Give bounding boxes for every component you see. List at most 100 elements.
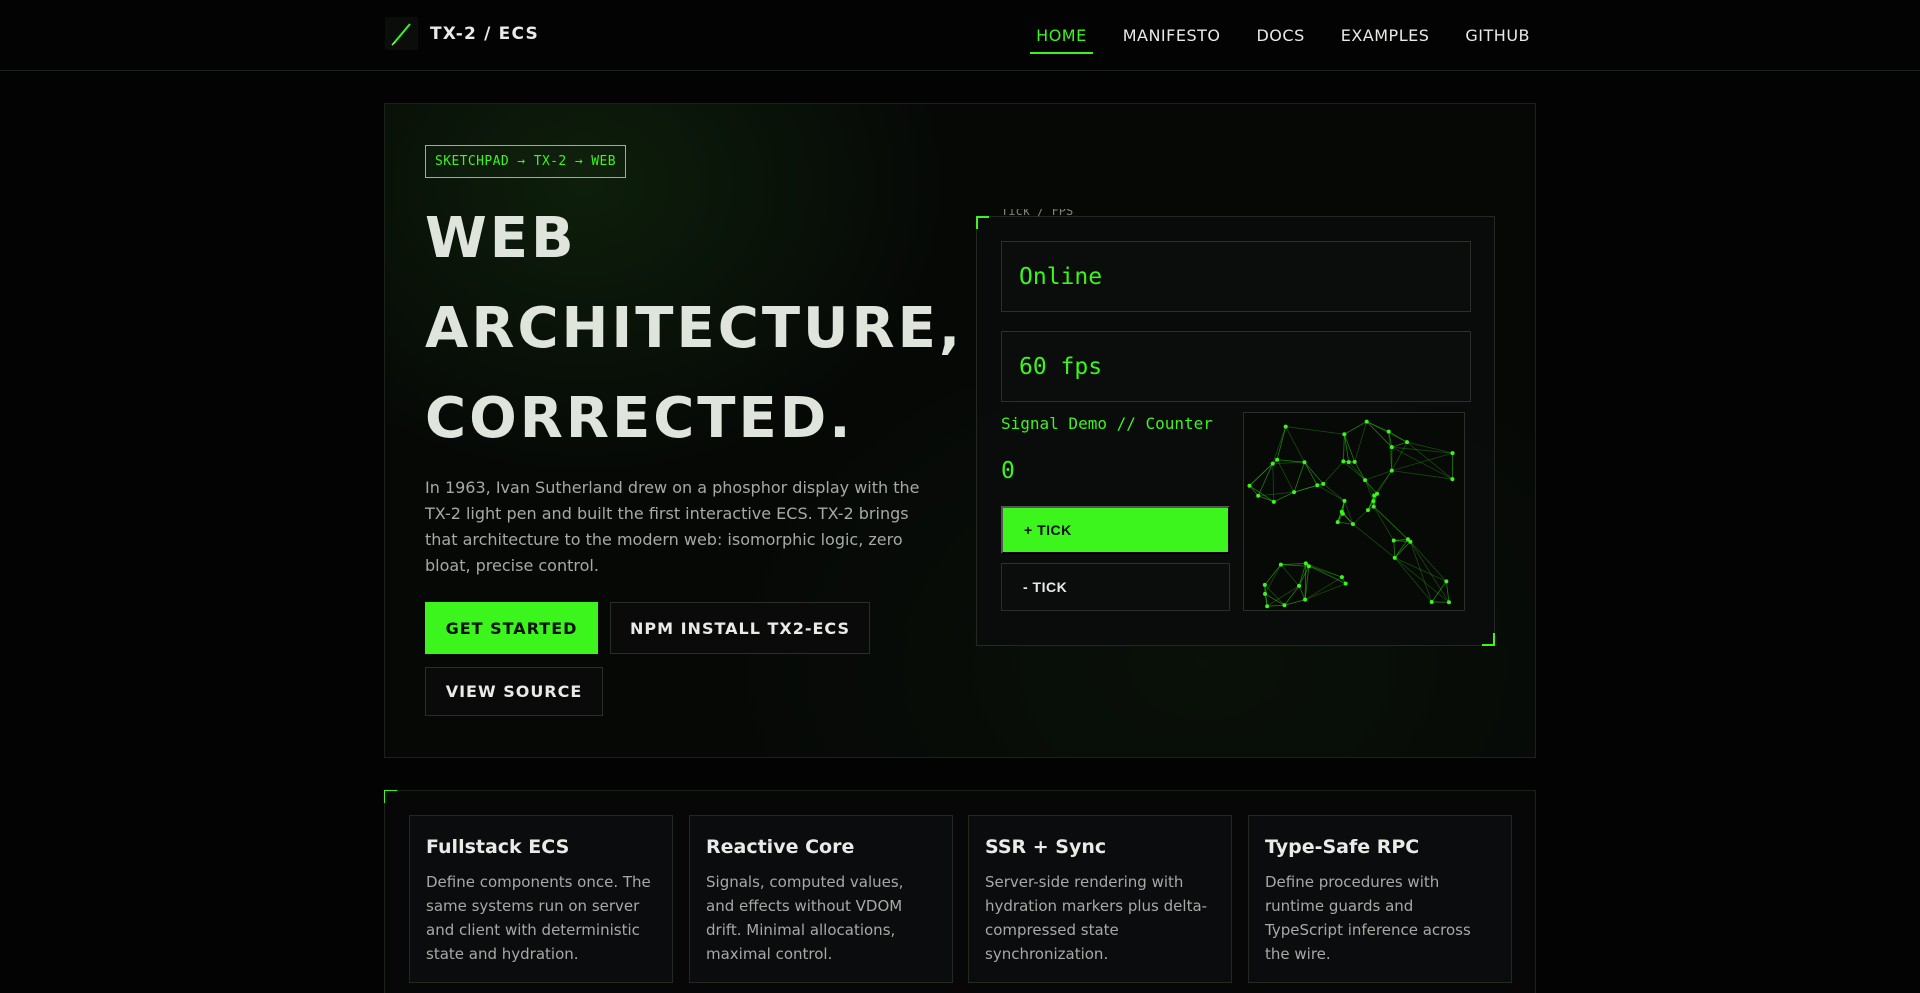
network-graph-canvas [1247, 419, 1455, 609]
graph-node [1278, 562, 1283, 567]
nav-manifesto[interactable]: MANIFESTO [1105, 0, 1239, 71]
graph-edge [1305, 563, 1346, 584]
nav-examples[interactable]: EXAMPLES [1323, 0, 1448, 71]
feature-card-type-safe-rpc: Type-Safe RPC Define procedures with run… [1248, 815, 1512, 983]
graph-edge [1272, 463, 1275, 502]
top-nav: TX-2 / ECS HOME MANIFESTO DOCS EXAMPLES … [0, 0, 1920, 71]
graph-edge [1393, 540, 1396, 558]
graph-node [1303, 597, 1308, 602]
network-graph[interactable] [1243, 412, 1465, 611]
corner-bracket [384, 790, 397, 803]
graph-node [1364, 419, 1369, 424]
graph-node [1303, 561, 1308, 566]
nav-docs[interactable]: DOCS [1238, 0, 1322, 71]
view-source-button[interactable]: VIEW SOURCE [425, 667, 603, 716]
tick-plus-button[interactable]: + TICK [1001, 506, 1230, 554]
graph-edge [1394, 539, 1409, 559]
graph-node [1263, 591, 1268, 596]
hero-headline: WEB ARCHITECTURE, CORRECTED. [425, 194, 963, 464]
graph-edge [1266, 585, 1300, 607]
graph-edge [1298, 585, 1306, 600]
graph-edge [1394, 557, 1432, 603]
graph-edge [1280, 564, 1300, 587]
graph-edge [1277, 459, 1305, 463]
graph-edge [1364, 470, 1392, 481]
nav-home[interactable]: HOME [1018, 0, 1105, 71]
brand-name: TX-2 / ECS [430, 23, 539, 44]
graph-edge [1285, 426, 1345, 435]
hero-tag: SKETCHPAD → TX-2 → WEB [425, 145, 626, 178]
graph-node [1271, 499, 1276, 504]
graph-node [1405, 537, 1410, 542]
light-pen-icon [385, 17, 418, 50]
features-section: Fullstack ECS Define components once. Th… [384, 790, 1536, 993]
graph-edge [1394, 557, 1450, 603]
graph-edge [1264, 564, 1282, 595]
get-started-button[interactable]: GET STARTED [425, 602, 598, 654]
graph-node [1444, 579, 1449, 584]
tick-minus-button[interactable]: - TICK [1001, 563, 1230, 611]
feature-card-ssr-sync: SSR + Sync Server-side rendering with hy… [968, 815, 1232, 983]
graph-node [1450, 451, 1455, 456]
graph-edge [1410, 541, 1450, 603]
graph-node [1270, 461, 1275, 466]
brand[interactable]: TX-2 / ECS [385, 17, 539, 50]
graph-node [1371, 504, 1376, 509]
nav-links: HOME MANIFESTO DOCS EXAMPLES GITHUB [1018, 0, 1530, 71]
graph-node [1283, 424, 1288, 429]
graph-node [1339, 509, 1344, 514]
graph-node [1306, 564, 1311, 569]
feature-title: Reactive Core [706, 836, 855, 858]
graph-node [1262, 582, 1267, 587]
graph-edge [1393, 538, 1408, 541]
graph-edge [1366, 421, 1393, 448]
corner-bracket [976, 216, 989, 229]
status-readout: Online [1001, 241, 1471, 312]
graph-edge [1354, 461, 1366, 481]
graph-edge [1343, 434, 1350, 463]
npm-install-button[interactable]: NPM INSTALL TX2-ECS [610, 602, 870, 654]
graph-node [1350, 522, 1355, 527]
feature-text: Define components once. The same systems… [426, 873, 651, 963]
graph-edge [1391, 452, 1453, 472]
feature-text: Signals, computed values, and effects wi… [706, 873, 904, 963]
feature-card-fullstack-ecs: Fullstack ECS Define components once. Th… [409, 815, 673, 983]
headline-line-2: ARCHITECTURE, [425, 296, 964, 361]
graph-edge [1352, 509, 1369, 525]
feature-text: Define procedures with runtime guards an… [1265, 873, 1471, 963]
graph-node [1389, 468, 1394, 473]
graph-node [1352, 459, 1357, 464]
graph-node [1391, 538, 1396, 543]
graph-node [1275, 457, 1280, 462]
headline-line-3: CORRECTED. [425, 386, 854, 451]
graph-node [1282, 603, 1287, 608]
graph-edge [1364, 479, 1378, 494]
feature-title: Fullstack ECS [426, 836, 570, 858]
graph-edge [1276, 459, 1295, 493]
graph-node [1389, 445, 1394, 450]
graph-edge [1352, 523, 1396, 559]
graph-edge [1285, 426, 1305, 463]
graph-node [1292, 490, 1297, 495]
hero-section: SKETCHPAD → TX-2 → WEB WEB ARCHITECTURE,… [384, 103, 1536, 758]
feature-card-reactive-core: Reactive Core Signals, computed values, … [689, 815, 953, 983]
nav-github[interactable]: GITHUB [1447, 0, 1530, 71]
graph-node [1302, 460, 1307, 465]
graph-node [1386, 429, 1391, 434]
graph-edge [1305, 563, 1343, 578]
counter-value: 0 [1001, 458, 1015, 484]
graph-edge [1364, 479, 1374, 502]
graph-edge [1373, 506, 1409, 540]
graph-edge [1272, 461, 1305, 464]
graph-node [1375, 491, 1380, 496]
graph-edge [1304, 583, 1346, 601]
graph-node [1450, 477, 1455, 482]
graph-edge [1272, 426, 1287, 464]
graph-edge [1394, 541, 1411, 559]
graph-edge [1304, 461, 1324, 485]
graph-edge [1264, 564, 1282, 586]
graph-edge [1344, 500, 1354, 525]
graph-edge [1257, 463, 1274, 496]
demo-panel: Tick / FPS Online 60 fps Signal Demo // … [976, 209, 1495, 646]
graph-edge [1342, 434, 1345, 462]
